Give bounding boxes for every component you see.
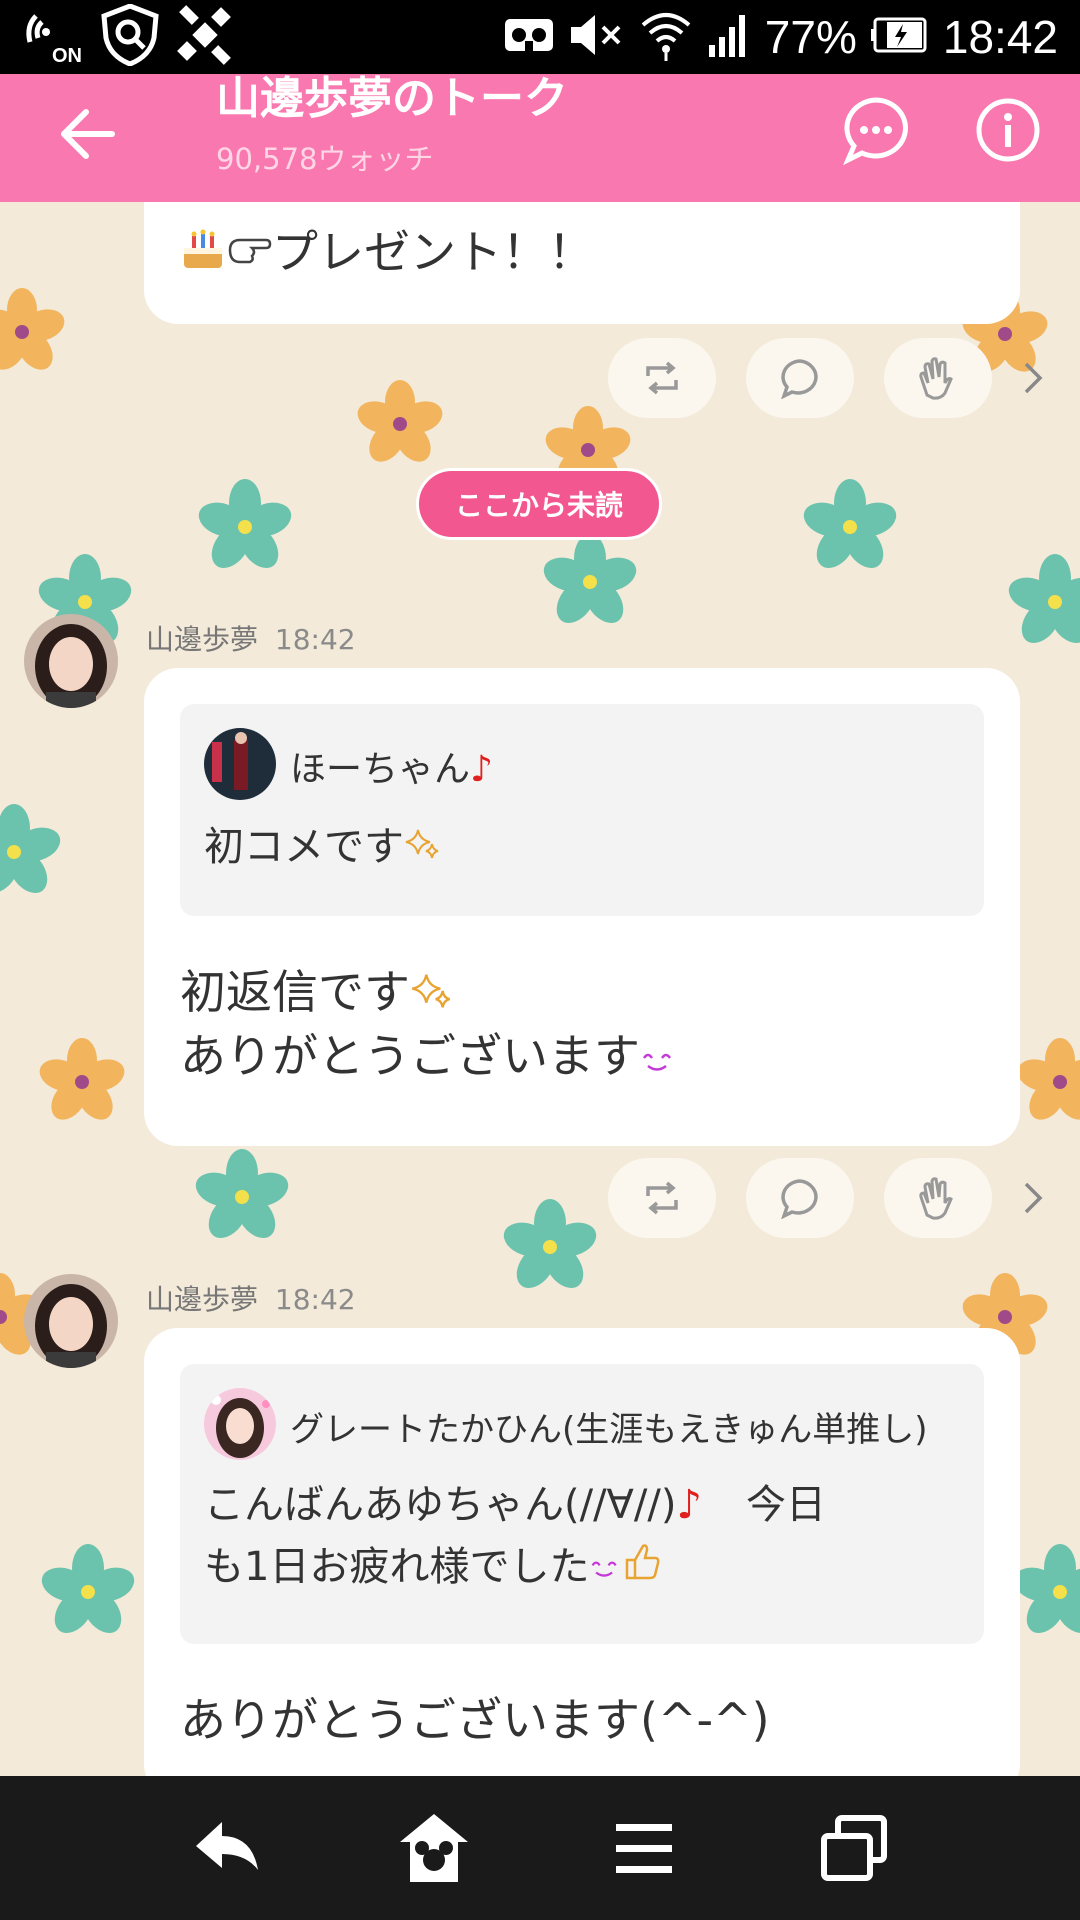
retweet-button[interactable] bbox=[608, 338, 716, 418]
wifi-icon bbox=[639, 9, 693, 65]
vr-icon bbox=[503, 15, 555, 59]
thumbs-up-icon bbox=[621, 1538, 663, 1600]
back-arrow-icon[interactable] bbox=[48, 94, 128, 174]
cake-icon bbox=[180, 224, 226, 288]
timestamp: 18:42 bbox=[274, 1283, 356, 1316]
retweet-icon bbox=[646, 1181, 678, 1215]
commenter-avatar bbox=[204, 1388, 276, 1460]
comment-bubble-icon[interactable] bbox=[836, 90, 916, 170]
home-icon[interactable] bbox=[394, 1808, 474, 1888]
mute-icon bbox=[569, 13, 625, 61]
music-note-icon: ♪ bbox=[676, 1482, 703, 1528]
sparkle-icon bbox=[410, 964, 452, 1028]
sender-name: 山邊歩夢 bbox=[146, 623, 259, 656]
clock: 18:42 bbox=[942, 11, 1058, 63]
message-meta: 山邊歩夢 18:42 bbox=[146, 1278, 356, 1318]
recent-apps-icon[interactable] bbox=[814, 1808, 894, 1888]
clap-icon bbox=[919, 1177, 953, 1220]
reply-text-line1: ありがとうございます(^-^) bbox=[180, 1693, 770, 1747]
timestamp: 18:42 bbox=[274, 623, 356, 656]
avatar[interactable] bbox=[24, 1274, 118, 1368]
clap-icon bbox=[919, 357, 953, 400]
message-bubble[interactable]: ほーちゃん♪ 初コメです 初返信です ありがとうございます bbox=[144, 668, 1020, 1146]
back-icon[interactable] bbox=[186, 1808, 266, 1888]
reply-text-line2: ありがとうございます bbox=[180, 1029, 640, 1083]
clap-button[interactable] bbox=[884, 1158, 992, 1238]
smile-icon bbox=[589, 1538, 621, 1600]
comment-button[interactable] bbox=[746, 338, 854, 418]
signal-icon bbox=[707, 11, 751, 63]
chevron-right-icon[interactable] bbox=[1018, 1178, 1048, 1218]
music-note-icon: ♪ bbox=[470, 749, 493, 790]
sender-name: 山邊歩夢 bbox=[146, 1283, 259, 1316]
quoted-text-line1b: 今日 bbox=[746, 1482, 827, 1528]
reply-text-line1: 初返信です bbox=[180, 965, 410, 1019]
commenter-avatar bbox=[204, 728, 276, 800]
satellite-icon bbox=[174, 4, 236, 70]
retweet-icon bbox=[646, 361, 678, 395]
unread-marker: ここから未読 bbox=[416, 468, 662, 540]
menu-icon[interactable] bbox=[604, 1808, 684, 1888]
chat-timeline[interactable]: プレゼント！！ ここから未読 山邊歩夢 18:42 ほーちゃん♪ 初コメです 初… bbox=[0, 202, 1080, 1776]
message-bubble-previous[interactable]: プレゼント！！ bbox=[144, 202, 1020, 324]
battery-percent: 77% bbox=[764, 11, 857, 63]
comment-icon bbox=[781, 359, 818, 399]
smile-icon bbox=[640, 1028, 676, 1092]
system-nav-bar bbox=[0, 1776, 1080, 1920]
watch-count: 90,578ウォッチ bbox=[216, 142, 434, 176]
status-bar: ON 77% 18:42 bbox=[0, 0, 1080, 74]
quoted-text: 初コメです bbox=[204, 824, 404, 870]
quoted-comment[interactable]: グレートたかひん(生涯もえきゅん単推し) こんばんあゆちゃん(//∀//)♪ 今日… bbox=[180, 1364, 984, 1644]
info-icon[interactable] bbox=[968, 90, 1048, 170]
message-bubble[interactable]: グレートたかひん(生涯もえきゅん単推し) こんばんあゆちゃん(//∀//)♪ 今日… bbox=[144, 1328, 1020, 1776]
message-meta: 山邊歩夢 18:42 bbox=[146, 618, 356, 658]
app-header: 山邊歩夢のトーク 90,578ウォッチ bbox=[0, 74, 1080, 202]
chevron-right-icon[interactable] bbox=[1018, 358, 1048, 398]
commenter-name: ほーちゃん bbox=[290, 749, 471, 790]
sparkle-icon bbox=[404, 818, 440, 880]
retweet-button[interactable] bbox=[608, 1158, 716, 1238]
pointing-hand-icon bbox=[226, 224, 272, 288]
avatar[interactable] bbox=[24, 614, 118, 708]
quoted-comment[interactable]: ほーちゃん♪ 初コメです bbox=[180, 704, 984, 916]
nfc-icon: ON bbox=[22, 6, 86, 68]
clap-button[interactable] bbox=[884, 338, 992, 418]
comment-icon bbox=[781, 1179, 818, 1219]
search-shield-icon bbox=[100, 3, 160, 70]
battery-charging-icon bbox=[870, 17, 929, 57]
page-title: 山邊歩夢のトーク bbox=[216, 73, 568, 124]
comment-button[interactable] bbox=[746, 1158, 854, 1238]
quoted-text-line1: こんばんあゆちゃん(//∀//) bbox=[204, 1482, 677, 1528]
commenter-name: グレートたかひん(生涯もえきゅん単推し) bbox=[290, 1410, 928, 1450]
previous-message-text: プレゼント！！ bbox=[272, 225, 594, 279]
quoted-text-line2: も1日お疲れ様でした bbox=[204, 1544, 590, 1590]
svg-text:ON: ON bbox=[52, 45, 82, 64]
